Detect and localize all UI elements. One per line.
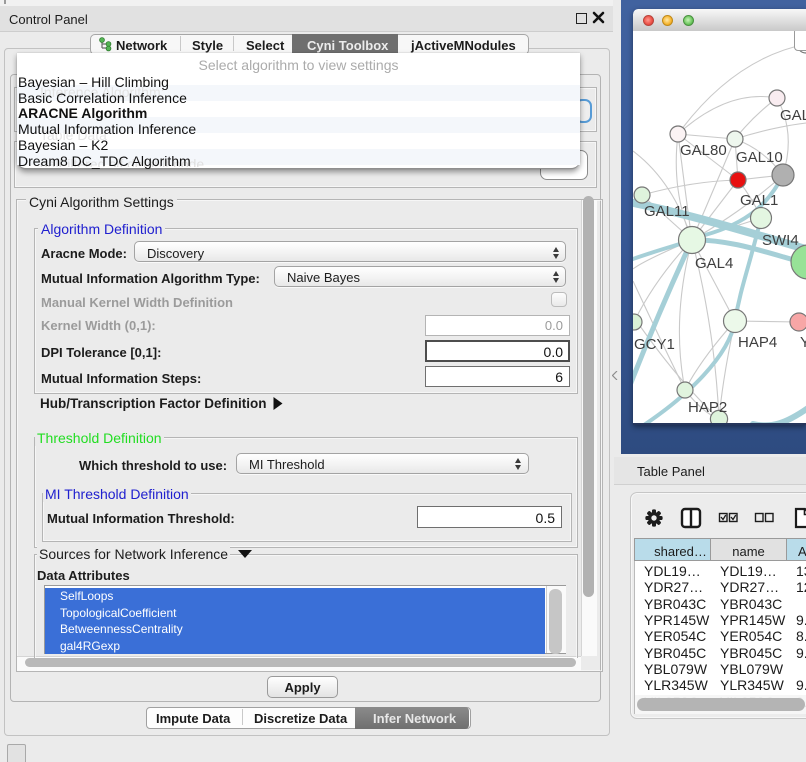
svg-text:GAL10: GAL10 (736, 149, 783, 166)
svg-text:GAL7: GAL7 (780, 107, 806, 124)
svg-text:GAL11: GAL11 (644, 203, 690, 220)
svg-text:Y: Y (800, 334, 806, 351)
svg-text:GAL80: GAL80 (680, 142, 727, 159)
svg-text:SWI4: SWI4 (762, 232, 799, 249)
svg-text:GAL1: GAL1 (740, 192, 778, 209)
svg-text:GAL4: GAL4 (695, 255, 733, 272)
svg-text:HAP4: HAP4 (738, 334, 777, 351)
svg-text:GCY1: GCY1 (634, 336, 675, 353)
svg-text:HAP2: HAP2 (688, 399, 727, 416)
